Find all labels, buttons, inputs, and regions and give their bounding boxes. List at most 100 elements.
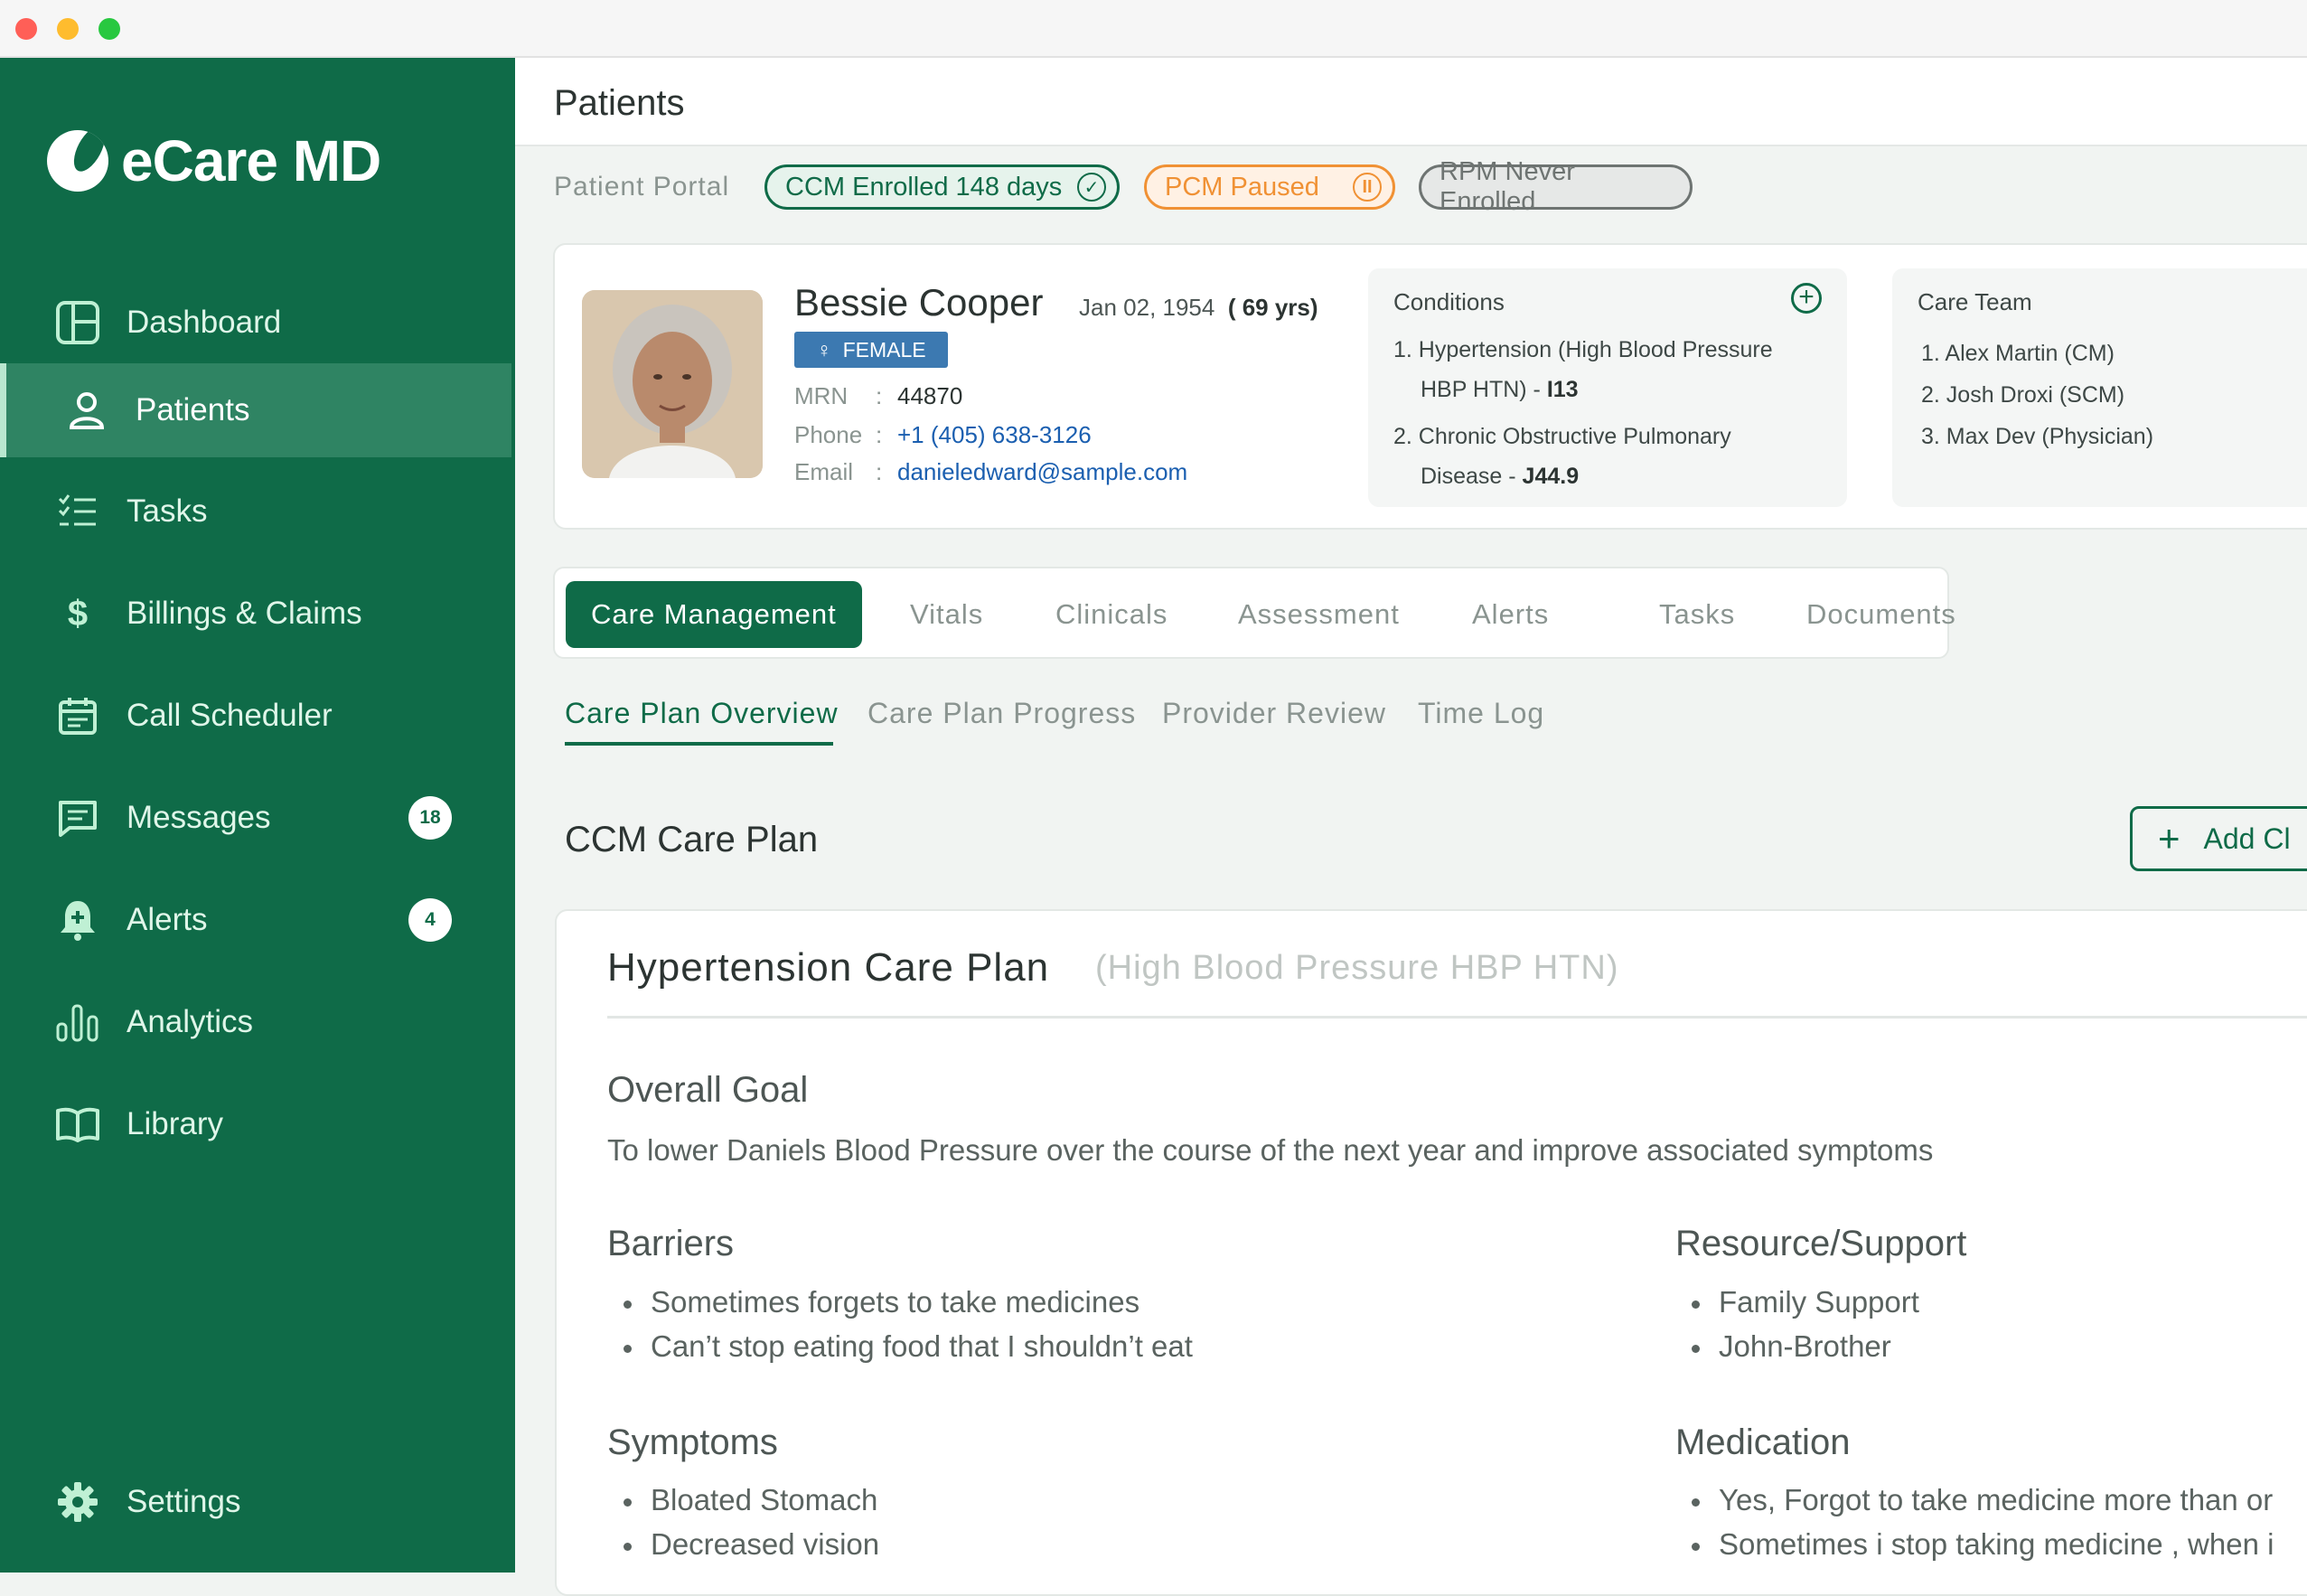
checklist-icon (52, 486, 103, 537)
top-bar: Patients (515, 58, 2307, 146)
tab-assessment[interactable]: Assessment (1238, 581, 1400, 648)
tab-alerts[interactable]: Alerts (1472, 581, 1549, 648)
sidebar-item-library[interactable]: Library (0, 1077, 511, 1171)
resource-support-list: Family Support John-Brother (1675, 1285, 1919, 1374)
subtab-care-plan-progress[interactable]: Care Plan Progress (867, 697, 1136, 730)
rpm-status-pill[interactable]: RPM Never Enrolled (1419, 157, 1693, 216)
tab-care-management[interactable]: Care Management (566, 581, 862, 648)
sidebar-item-settings[interactable]: Settings (0, 1455, 511, 1549)
overall-goal-heading: Overall Goal (607, 1070, 809, 1110)
barriers-list: Sometimes forgets to take medicines Can’… (607, 1285, 1193, 1374)
pcm-status-pill[interactable]: PCM Paused II (1144, 164, 1395, 210)
main-content: Patients Patient Portal CCM Enrolled 148… (515, 58, 2307, 1596)
sidebar-item-label: Tasks (127, 493, 208, 529)
calendar-icon (52, 690, 103, 741)
zoom-window-button[interactable] (98, 18, 120, 40)
plus-icon: + (2158, 817, 2180, 859)
tab-vitals[interactable]: Vitals (910, 581, 983, 648)
sidebar-item-label: Call Scheduler (127, 698, 333, 733)
subtab-care-plan-overview[interactable]: Care Plan Overview (565, 697, 839, 730)
sidebar: eCare MD Dashboard Patients Tasks $ Bill… (0, 58, 515, 1573)
tab-documents[interactable]: Documents (1806, 581, 1956, 648)
care-plan-section-title: CCM Care Plan (565, 820, 819, 859)
tab-clinicals[interactable]: Clinicals (1055, 581, 1168, 648)
subtab-time-log[interactable]: Time Log (1418, 697, 1544, 730)
list-item: Bloated Stomach (607, 1483, 879, 1527)
condition-text: Disease - (1421, 464, 1523, 489)
patient-dob: Jan 02, 1954 ( 69 yrs) (1079, 294, 1318, 322)
condition-line: Disease - J44.9 (1393, 456, 1731, 496)
add-condition-icon[interactable]: + (1791, 283, 1822, 314)
sidebar-item-tasks[interactable]: Tasks (0, 465, 511, 559)
email-link[interactable]: danieledward@sample.com (897, 458, 1187, 486)
sidebar-item-dashboard[interactable]: Dashboard (0, 276, 511, 370)
sidebar-item-label: Analytics (127, 1004, 254, 1039)
sidebar-item-label: Alerts (127, 902, 208, 937)
brand-name: eCare MD (121, 128, 381, 193)
dollar-icon: $ (67, 593, 89, 634)
barriers-heading: Barriers (607, 1224, 735, 1263)
message-icon (52, 793, 103, 843)
care-plan-card: Hypertension Care Plan (High Blood Press… (555, 909, 2307, 1596)
care-plan-title: Hypertension Care Plan (607, 945, 1050, 990)
gender-label: FEMALE (842, 337, 926, 361)
sidebar-item-analytics[interactable]: Analytics (0, 975, 511, 1069)
sidebar-item-call-scheduler[interactable]: Call Scheduler (0, 669, 511, 763)
logo-icon (47, 130, 108, 192)
care-team-member: 1. Alex Martin (CM) (1921, 341, 2115, 366)
add-care-plan-button[interactable]: + Add Cl (2130, 806, 2307, 871)
phone-link[interactable]: +1 (405) 638-3126 (897, 421, 1092, 449)
email-row: Email: danieledward@sample.com (794, 458, 1188, 486)
bell-icon (52, 895, 103, 945)
analytics-icon (52, 997, 103, 1047)
medication-list: Yes, Forgot to take medicine more than o… (1675, 1483, 2274, 1572)
sidebar-item-label: Dashboard (127, 305, 282, 340)
care-team-panel: Care Team 1. Alex Martin (CM) 2. Josh Dr… (1892, 268, 2307, 507)
care-team-member: 3. Max Dev (Physician) (1921, 424, 2154, 449)
phone-row: Phone: +1 (405) 638-3126 (794, 421, 1092, 449)
sidebar-item-label: Library (127, 1106, 223, 1141)
dob-value: Jan 02, 1954 (1079, 294, 1215, 321)
list-item: Sometimes i stop taking medicine , when … (1675, 1527, 2274, 1572)
overall-goal-text: To lower Daniels Blood Pressure over the… (607, 1133, 1934, 1167)
status-label: CCM Enrolled 148 days (785, 172, 1063, 202)
mrn-label: MRN (794, 382, 849, 409)
tab-tasks[interactable]: Tasks (1659, 581, 1735, 648)
status-label: RPM Never Enrolled (1440, 157, 1575, 216)
medication-heading: Medication (1675, 1422, 1851, 1462)
sidebar-item-alerts[interactable]: Alerts 4 (0, 873, 511, 967)
messages-count-badge: 18 (408, 796, 452, 840)
patient-avatar (582, 290, 763, 478)
symptoms-list: Bloated Stomach Decreased vision (607, 1483, 879, 1572)
resource-support-heading: Resource/Support (1675, 1224, 1967, 1263)
brand-logo[interactable]: eCare MD (47, 128, 381, 193)
user-icon (61, 385, 112, 436)
condition-line: 2. Chronic Obstructive Pulmonary (1393, 424, 1731, 449)
minimize-window-button[interactable] (57, 18, 79, 40)
mrn-value: 44870 (897, 382, 963, 409)
condition-code: I13 (1546, 377, 1579, 402)
sidebar-item-patients[interactable]: Patients (0, 363, 511, 457)
main-tabs: Care Management Vitals Clinicals Assessm… (553, 567, 1955, 659)
sidebar-item-billings-claims[interactable]: $ Billings & Claims (0, 567, 511, 661)
pause-icon: II (1353, 173, 1382, 202)
page-title: Patients (554, 83, 685, 123)
condition-item: 1. Hypertension (High Blood Pressure HBP… (1393, 330, 1773, 409)
patient-name: Bessie Cooper (794, 281, 1044, 324)
condition-line: 1. Hypertension (High Blood Pressure (1393, 337, 1773, 362)
list-item: John-Brother (1675, 1329, 1919, 1374)
mrn-row: MRN: 44870 (794, 382, 963, 409)
dashboard-icon (52, 297, 103, 348)
patient-portal-label: Patient Portal (554, 172, 730, 202)
list-item: Decreased vision (607, 1527, 879, 1572)
list-item: Yes, Forgot to take medicine more than o… (1675, 1483, 2274, 1527)
care-team-member: 2. Josh Droxi (SCM) (1921, 382, 2125, 408)
email-label: Email (794, 458, 854, 485)
condition-code: J44.9 (1522, 464, 1580, 489)
patient-summary-card: Bessie Cooper Jan 02, 1954 ( 69 yrs) ♀ F… (553, 243, 2307, 530)
ccm-status-pill[interactable]: CCM Enrolled 148 days ✓ (764, 164, 1120, 210)
subtab-provider-review[interactable]: Provider Review (1162, 697, 1386, 730)
close-window-button[interactable] (15, 18, 37, 40)
condition-text: HBP HTN) - (1421, 377, 1547, 402)
sidebar-item-messages[interactable]: Messages 18 (0, 771, 511, 865)
